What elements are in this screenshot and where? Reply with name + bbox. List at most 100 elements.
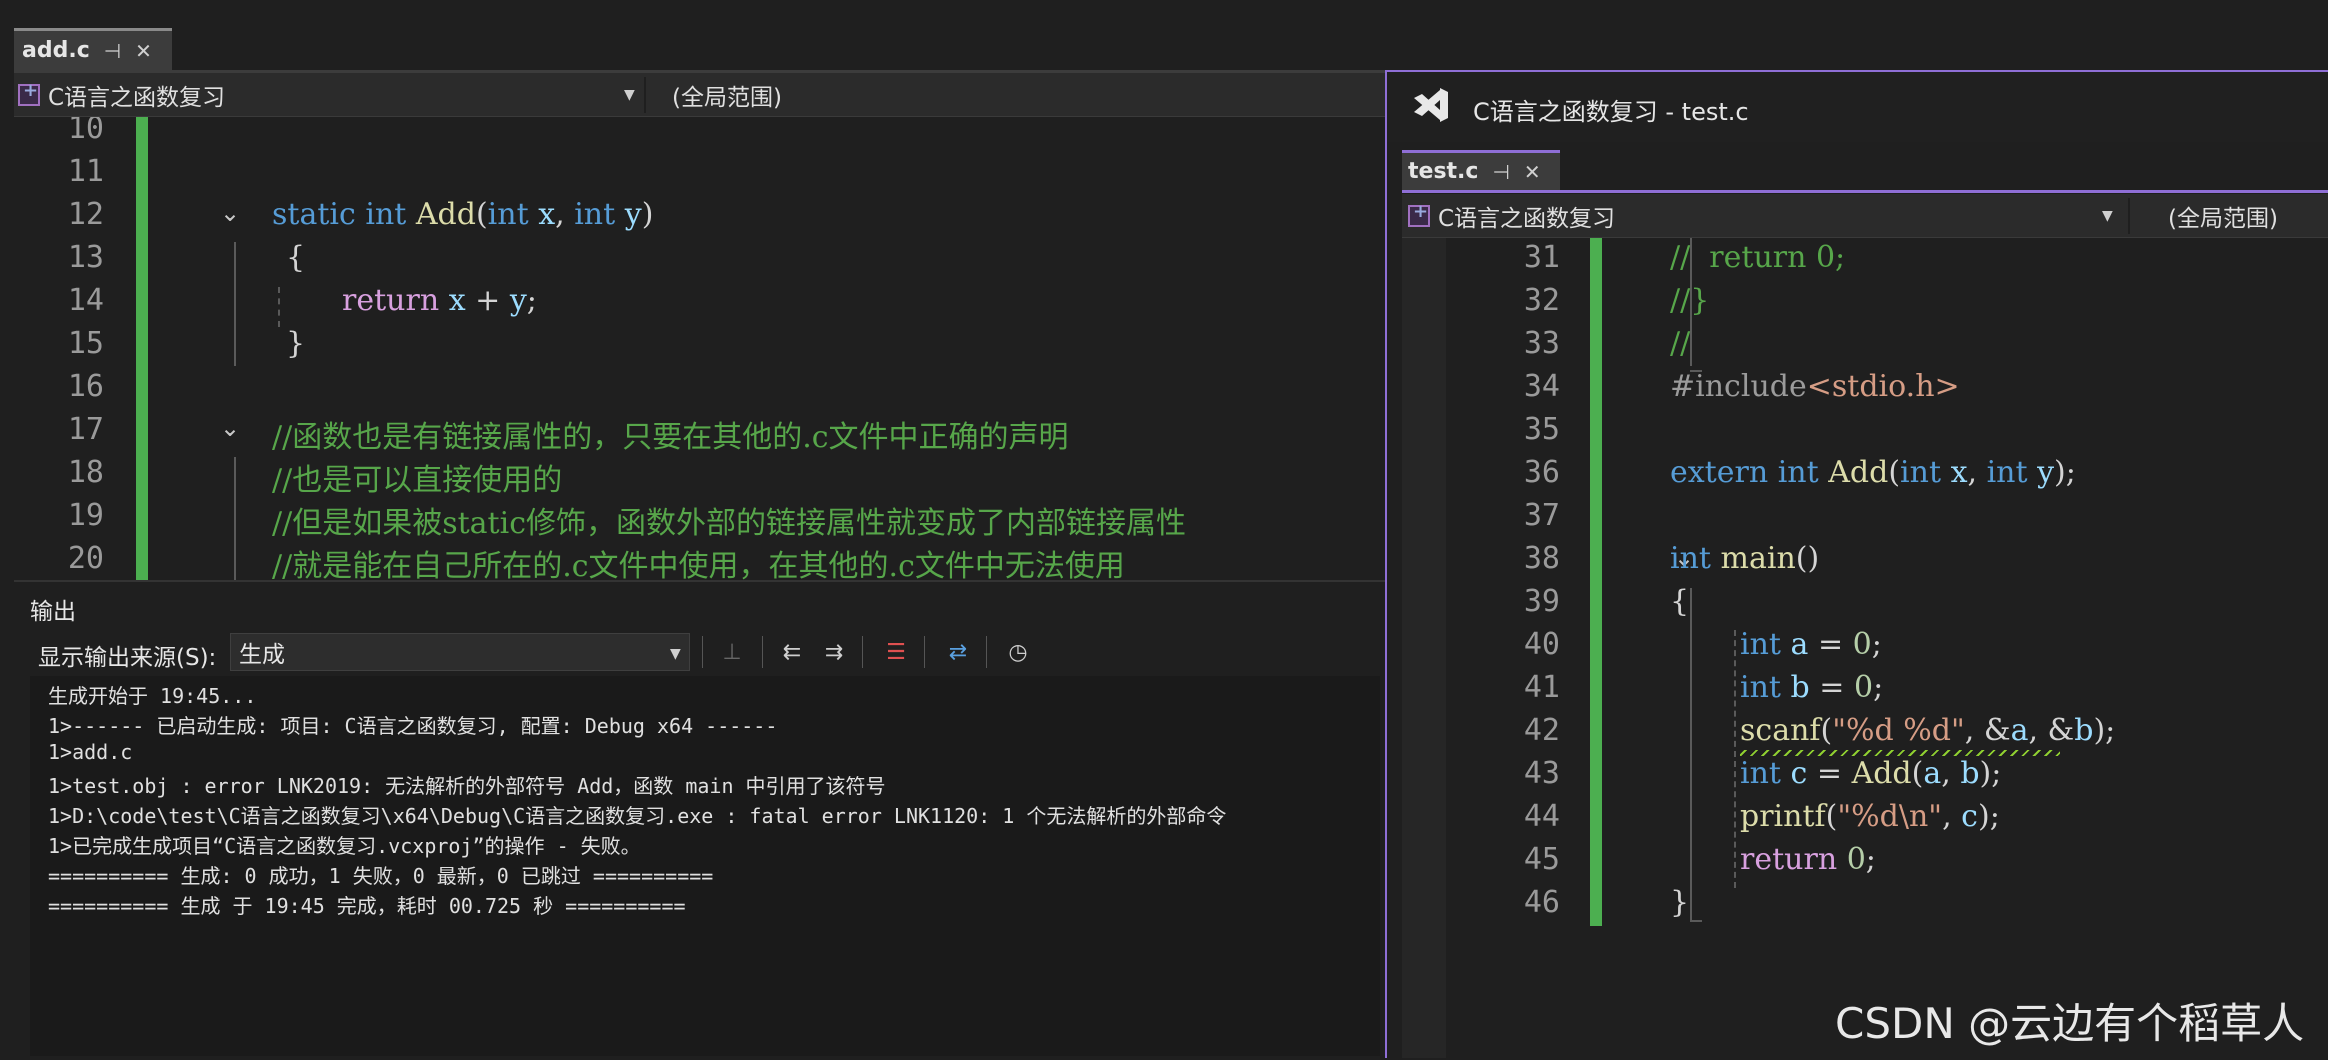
indent-guide [1734, 630, 1736, 888]
change-indicator-bar [136, 117, 148, 580]
line-number: 17 [67, 412, 104, 447]
code-line-43: int c = Add(a, b); [1740, 756, 2002, 791]
left-navigation-bar: C语言之函数复习 ▼ (全局范围) [14, 73, 1390, 117]
find-message-icon[interactable]: ⊥ [714, 634, 750, 670]
line-number: 34 [1523, 369, 1560, 404]
scope-guide [1690, 588, 1692, 920]
line-number: 44 [1523, 799, 1560, 834]
output-panel-title: 输出 [30, 599, 76, 625]
fold-chevron-icon[interactable]: ⌄ [220, 414, 240, 442]
chevron-down-icon[interactable]: ▼ [624, 87, 635, 103]
output-source-select[interactable]: 生成 [230, 633, 690, 671]
line-number: 16 [67, 369, 104, 404]
output-line: ========== 生成 于 19:45 完成，耗时 00.725 秒 ===… [48, 894, 686, 918]
code-line-13: { [286, 240, 306, 275]
editor-margin [1402, 238, 1446, 1058]
pin-icon[interactable]: ⊣ [104, 39, 121, 63]
tab-underline [1402, 190, 2328, 193]
change-indicator-bar [1590, 238, 1602, 926]
right-code-editor[interactable]: 31 32 33 34 35 36 37 38 39 40 41 42 43 4… [1402, 238, 2328, 1058]
output-source-value: 生成 [239, 642, 285, 668]
output-line: 1>D:\code\test\C语言之函数复习\x64\Debug\C语言之函数… [48, 804, 1227, 828]
code-comment: // [1670, 326, 1691, 361]
output-line: ========== 生成: 0 成功，1 失败，0 最新，0 已跳过 ====… [48, 864, 714, 888]
code-comment: //函数也是有链接属性的，只要在其他的.c文件中正确的声明 [272, 420, 1069, 455]
visual-studio-logo-icon [1414, 88, 1448, 122]
line-number: 40 [1523, 627, 1560, 662]
scope-guide [234, 457, 236, 580]
line-number: 14 [67, 283, 104, 318]
clock-icon[interactable]: ◷ [1000, 634, 1036, 670]
code-line-44: printf("%d\n", c); [1740, 799, 2000, 834]
window-title: C语言之函数复习 - test.c [1473, 98, 1749, 126]
toolbar-divider [762, 636, 763, 668]
scope-dropdown[interactable]: (全局范围) [672, 73, 782, 116]
pin-icon[interactable]: ⊣ [1492, 160, 1509, 184]
project-name: C语言之函数复习 [1438, 205, 1616, 232]
output-line: 生成开始于 19:45... [48, 684, 257, 708]
project-icon [1408, 201, 1430, 227]
line-number: 38 [1523, 541, 1560, 576]
code-comment: // return 0; [1670, 240, 1846, 275]
line-number: 20 [67, 541, 104, 576]
line-number: 10 [67, 117, 104, 146]
chevron-down-icon[interactable]: ▼ [2102, 208, 2113, 224]
left-tab-strip [0, 0, 1390, 70]
code-line-46: } [1670, 885, 1690, 920]
output-line: 1>test.obj : error LNK2019: 无法解析的外部符号 Ad… [48, 774, 886, 798]
line-number: 32 [1523, 283, 1560, 318]
toolbar-divider [702, 636, 703, 668]
left-code-editor[interactable]: 10 11 12 13 14 15 16 17 18 19 20 ⌄ ⌄ sta… [14, 117, 1390, 580]
code-line-45: return 0; [1740, 842, 1876, 877]
toolbar-divider [862, 636, 863, 668]
previous-message-icon[interactable]: ⇇ [774, 634, 810, 670]
toolbar-divider [986, 636, 987, 668]
code-comment: //} [1670, 283, 1710, 318]
code-line-38: int main() [1670, 541, 1820, 576]
chevron-down-icon[interactable]: ▼ [670, 646, 681, 662]
line-number: 11 [67, 154, 104, 189]
close-icon[interactable]: ✕ [135, 39, 152, 63]
output-line: 1>已完成生成项目“C语言之函数复习.vcxproj”的操作 - 失败。 [48, 834, 641, 858]
word-wrap-icon[interactable]: ⇄ [940, 634, 976, 670]
code-comment: //但是如果被static修饰，函数外部的链接属性就变成了内部链接属性 [272, 506, 1187, 541]
next-message-icon[interactable]: ⇉ [816, 634, 852, 670]
tab-test-c[interactable]: test.c ⊣ ✕ [1402, 150, 1560, 190]
project-dropdown[interactable]: C语言之函数复习 [1408, 194, 1615, 237]
line-number: 18 [67, 455, 104, 490]
code-line-12: static int Add(int x, int y) [272, 197, 654, 232]
fold-chevron-icon[interactable]: ⌄ [220, 199, 240, 227]
code-line-39: { [1670, 584, 1690, 619]
scope-guide-end [1690, 920, 1702, 922]
code-line-36: extern int Add(int x, int y); [1670, 455, 2076, 490]
line-number: 45 [1523, 842, 1560, 877]
tab-label: test.c [1408, 159, 1479, 184]
clear-all-icon[interactable]: ☰ [878, 634, 914, 670]
project-dropdown[interactable]: C语言之函数复习 [18, 73, 225, 116]
project-icon [18, 80, 40, 106]
right-navigation-bar: C语言之函数复习 ▼ (全局范围) [1402, 194, 2328, 238]
output-source-label: 显示输出来源(S): [38, 645, 217, 671]
scope-dropdown[interactable]: (全局范围) [2168, 194, 2278, 237]
divider [644, 77, 646, 113]
output-text-area[interactable]: 生成开始于 19:45... 1>------ 已启动生成: 项目: C语言之函… [30, 676, 1380, 1056]
line-number: 36 [1523, 455, 1560, 490]
code-line-15: } [286, 326, 306, 361]
line-number: 19 [67, 498, 104, 533]
line-number: 13 [67, 240, 104, 275]
line-number: 42 [1523, 713, 1560, 748]
line-number: 12 [67, 197, 104, 232]
line-number: 41 [1523, 670, 1560, 705]
line-number: 33 [1523, 326, 1560, 361]
line-number: 31 [1523, 240, 1560, 275]
line-number: 37 [1523, 498, 1560, 533]
indent-guide [278, 287, 280, 327]
toolbar-divider [924, 636, 925, 668]
code-line-41: int b = 0; [1740, 670, 1884, 705]
code-comment: //就是能在自己所在的.c文件中使用，在其他的.c文件中无法使用 [272, 549, 1125, 580]
close-icon[interactable]: ✕ [1524, 160, 1541, 184]
line-number: 46 [1523, 885, 1560, 920]
code-line-42: scanf("%d %d", &a, &b); [1740, 713, 2116, 748]
tab-add-c[interactable]: add.c ⊣ ✕ [14, 28, 172, 70]
divider [2128, 198, 2130, 234]
